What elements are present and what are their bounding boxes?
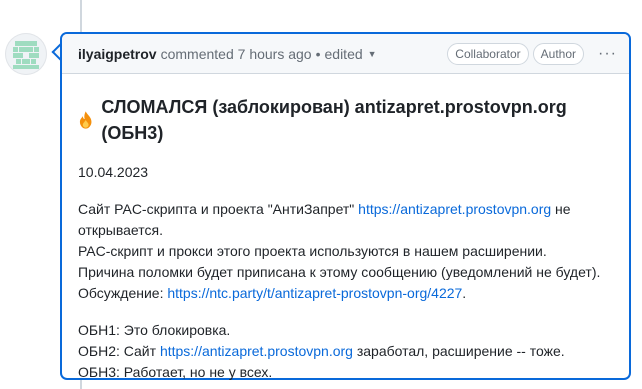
date-text: 10.04.2023: [78, 164, 149, 180]
text-segment: Обсуждение:: [78, 285, 168, 301]
edited-dropdown[interactable]: edited ▼: [325, 46, 377, 62]
text-segment: заработал, расширение -- тоже.: [352, 343, 565, 359]
comment-time-link[interactable]: 7 hours ago: [238, 46, 312, 62]
comment-heading: СЛОМАЛСЯ (заблокирован) antizapret.prost…: [78, 94, 613, 146]
updates-paragraph: ОБН1: Это блокировка. ОБН2: Сайт https:/…: [78, 320, 613, 383]
antizapret-link-2[interactable]: https://antizapret.prostovpn.org: [160, 343, 353, 359]
status-paragraph: Сайт PAC-скрипта и проекта "АнтиЗапрет" …: [78, 199, 613, 304]
avatar[interactable]: [5, 33, 47, 75]
text-segment: ОБН2: Сайт: [78, 343, 160, 359]
caret-down-icon: ▼: [367, 48, 377, 59]
text-segment: .: [462, 285, 467, 301]
identicon-icon: [13, 41, 39, 69]
comment-title: СЛОМАЛСЯ (заблокирован) antizapret.prost…: [101, 97, 567, 143]
comment-header: ilyaigpetrov commented 7 hours ago • edi…: [62, 34, 629, 74]
edited-label: edited: [324, 45, 363, 62]
author-badge: Author: [532, 42, 585, 65]
text-line: Причина поломки будет приписана к этому …: [78, 264, 601, 280]
update-1: ОБН1: Это блокировка.: [78, 322, 231, 338]
collaborator-badge: Collaborator: [447, 42, 529, 65]
kebab-horizontal-icon[interactable]: ···: [598, 45, 617, 62]
comment-body: СЛОМАЛСЯ (заблокирован) antizapret.prost…: [62, 74, 629, 383]
comment-action: commented: [160, 45, 234, 62]
comment-card: ilyaigpetrov commented 7 hours ago • edi…: [61, 33, 630, 380]
author-link[interactable]: ilyaigpetrov: [78, 46, 157, 62]
date-paragraph: 10.04.2023: [78, 162, 613, 183]
text-segment: Сайт PAC-скрипта и проекта "АнтиЗапрет": [78, 201, 359, 217]
header-actions: Collaborator Author ···: [447, 42, 617, 65]
fire-icon: [79, 111, 92, 129]
text-line: PAC-скрипт и прокси этого проекта исполь…: [78, 243, 547, 259]
separator: •: [315, 45, 321, 62]
antizapret-link[interactable]: https://antizapret.prostovpn.org: [358, 201, 551, 217]
update-3: ОБН3: Работает, но не у всех.: [78, 364, 273, 380]
discussion-link[interactable]: https://ntc.party/t/antizapret-prostovpn…: [167, 285, 462, 301]
